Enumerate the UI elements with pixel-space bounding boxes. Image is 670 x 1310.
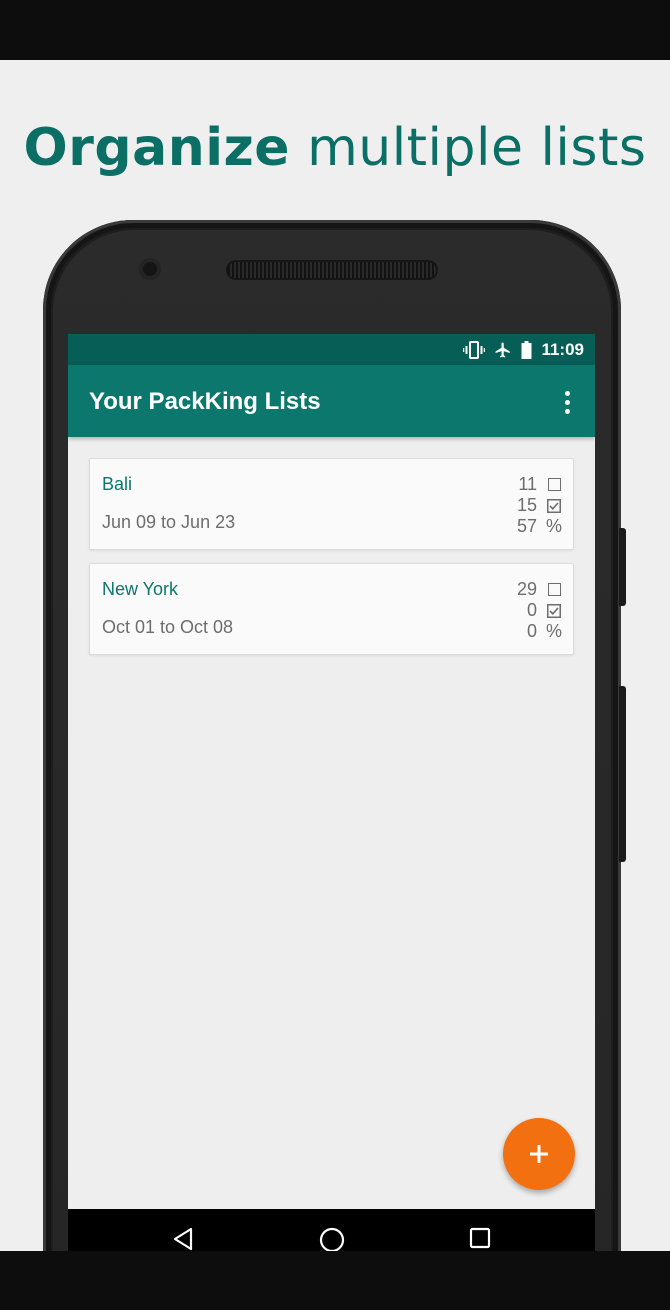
percent-value: 57: [516, 516, 537, 536]
power-button: [619, 528, 626, 606]
plus-icon: [530, 1145, 548, 1163]
home-icon[interactable]: [319, 1227, 345, 1251]
unchecked-count: 11: [518, 474, 537, 494]
more-vert-icon[interactable]: [557, 385, 577, 419]
checked-count: 15: [516, 495, 537, 515]
battery-icon: [521, 340, 532, 359]
vibrate-icon: [463, 340, 486, 359]
phone-screen: 11:09 Your PackKing Lists Bali Jun 09 to…: [68, 334, 595, 1251]
navigation-bar: [68, 1209, 595, 1251]
status-time: 11:09: [541, 339, 584, 359]
checked-box-icon: [547, 498, 561, 513]
list-card-new-york[interactable]: New York Oct 01 to Oct 08 29 0 0%: [89, 563, 574, 655]
list-name: New York: [102, 579, 179, 599]
back-icon[interactable]: [172, 1227, 194, 1251]
list-dates: Oct 01 to Oct 08: [102, 617, 234, 637]
earpiece-speaker: [226, 260, 438, 280]
headline: Organize multiple lists: [0, 118, 670, 178]
unchecked-count: 29: [516, 579, 537, 599]
status-bar: 11:09: [68, 334, 595, 365]
percent-symbol: %: [546, 621, 563, 641]
app-title: Your PackKing Lists: [89, 388, 321, 415]
recents-icon[interactable]: [469, 1227, 491, 1249]
unchecked-box-icon: [547, 478, 561, 491]
percent-value: 0: [526, 621, 537, 641]
headline-rest: multiple lists: [307, 118, 647, 178]
unchecked-box-icon: [547, 583, 561, 596]
front-camera: [139, 258, 161, 280]
percent-symbol: %: [546, 516, 563, 536]
list-dates: Jun 09 to Jun 23: [102, 512, 236, 532]
list-name: Bali: [102, 474, 133, 494]
checked-count: 0: [526, 600, 537, 620]
checked-box-icon: [547, 603, 561, 618]
list-stats: 29 0 0%: [482, 579, 562, 642]
volume-button: [619, 686, 626, 862]
headline-bold: Organize: [23, 118, 291, 178]
bottom-black-band: [0, 1251, 670, 1310]
list-stats: 11 15 57%: [482, 474, 562, 537]
top-black-band: [0, 0, 670, 60]
app-bar: Your PackKing Lists: [68, 365, 595, 437]
list-card-bali[interactable]: Bali Jun 09 to Jun 23 11 15 57%: [89, 458, 574, 550]
add-list-button[interactable]: [503, 1118, 575, 1190]
airplane-icon: [495, 342, 511, 357]
